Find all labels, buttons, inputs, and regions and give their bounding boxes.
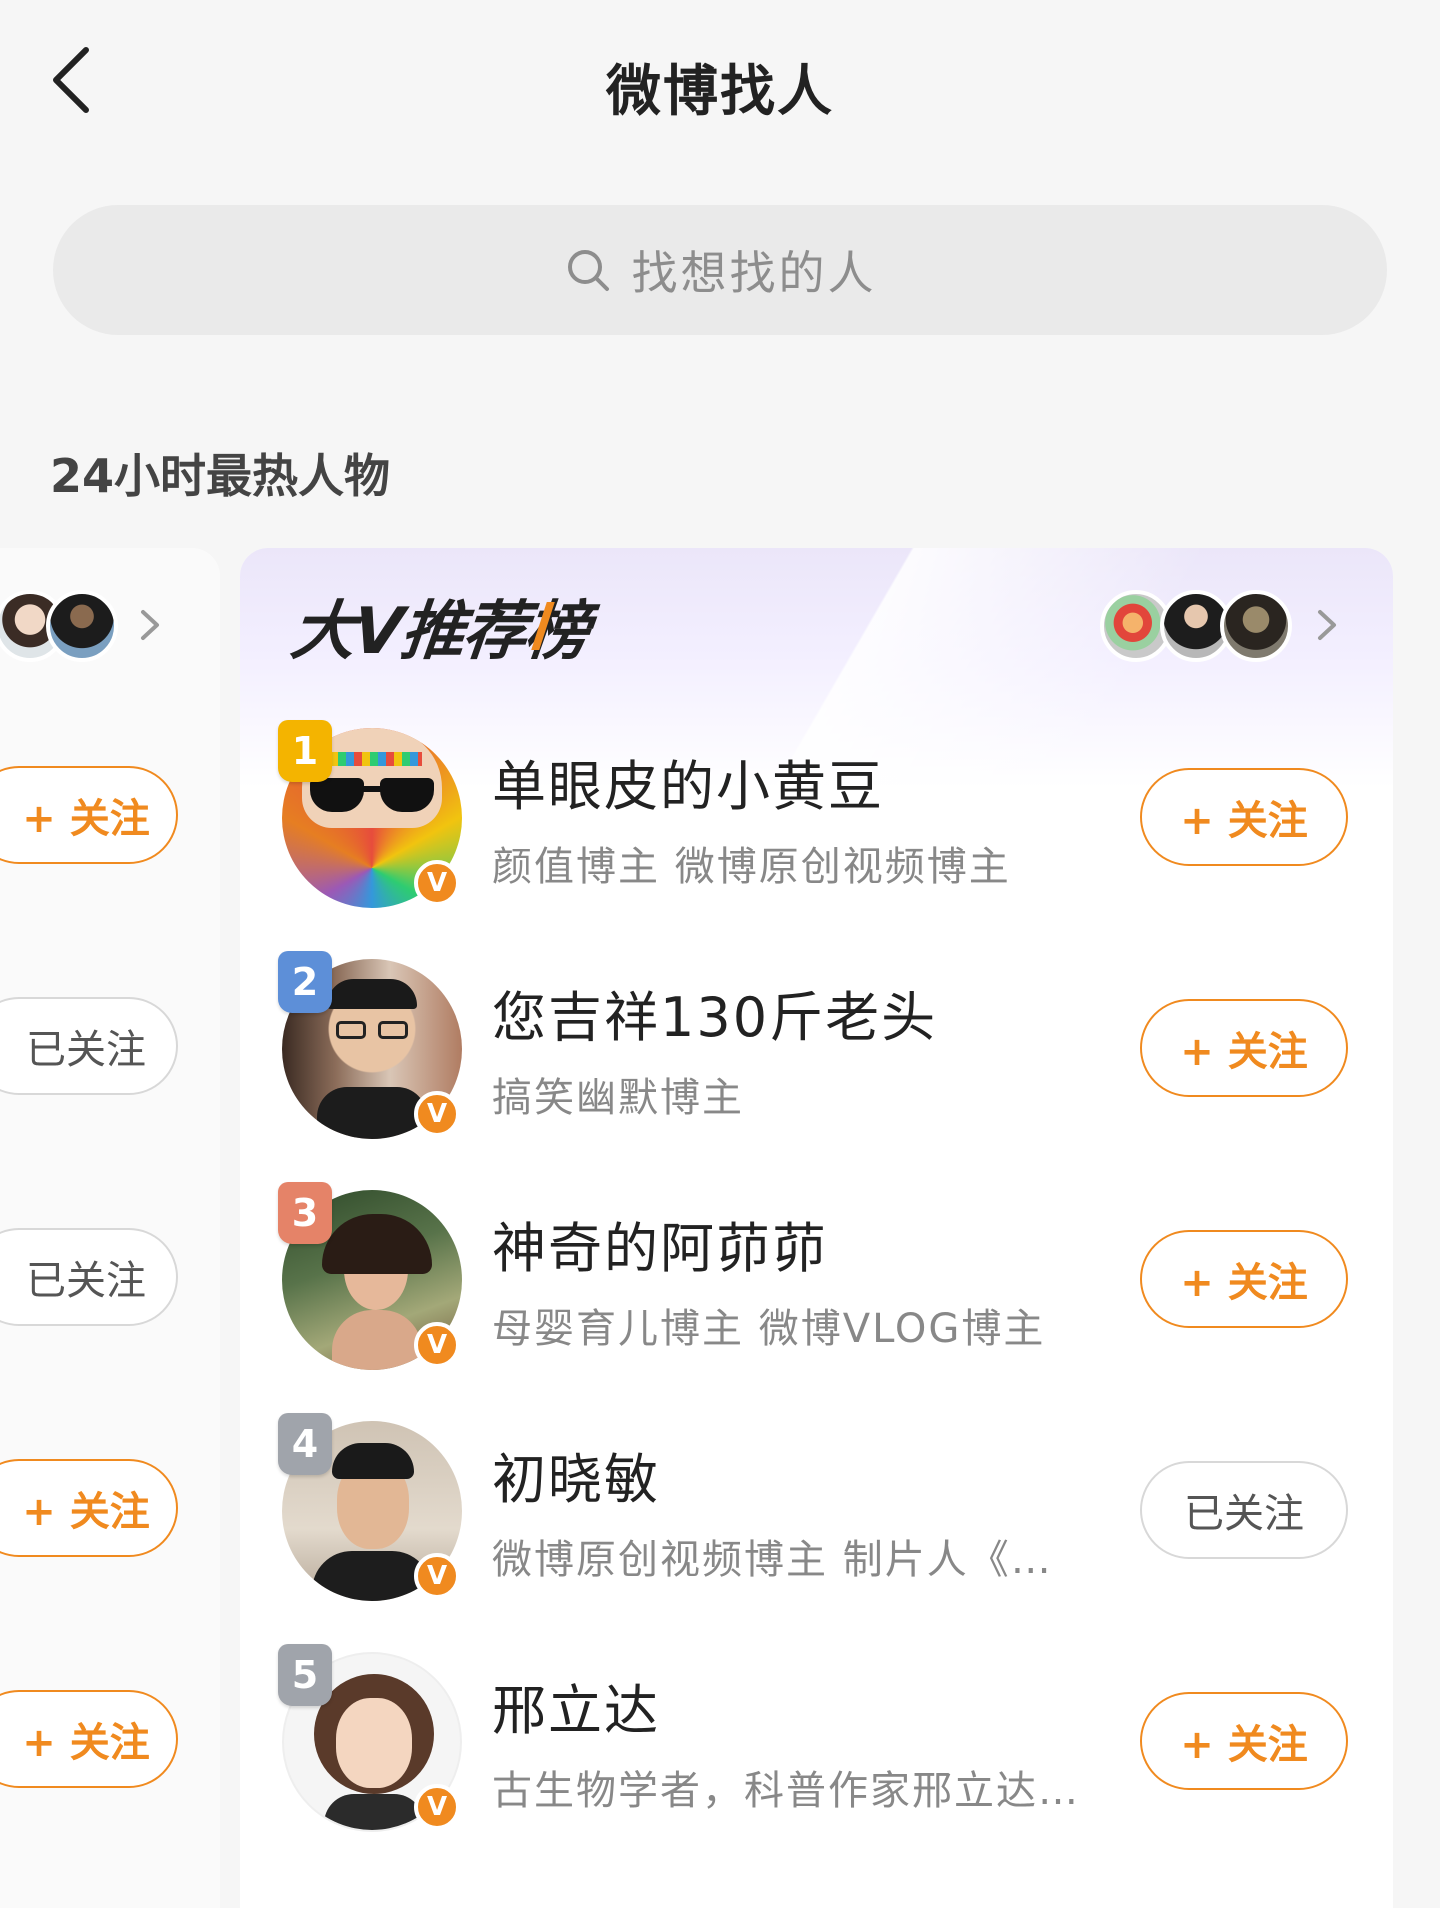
user-description: 搞笑幽默博主 (492, 1075, 744, 1121)
follow-button[interactable]: + 关注 (1140, 768, 1348, 866)
find-people-page: 微博找人 找想找的人 24小时最热人物 + 关注 已关注 已关注 + 关注 + … (0, 0, 1440, 1908)
rank-badge: 2 (278, 951, 332, 1013)
follow-button[interactable]: + 关注 (0, 1690, 178, 1788)
list-item[interactable]: 4 V 初晓敏 微博原创视频博主 制片人《车… 已关注 (240, 1413, 1393, 1621)
list-item[interactable]: 2 V 您吉祥130斤老头 搞笑幽默博主 + 关注 (240, 951, 1393, 1159)
followed-button[interactable]: 已关注 (1140, 1461, 1348, 1559)
rank-badge: 1 (278, 720, 332, 782)
avatar-container: 4 V (278, 1413, 462, 1601)
follow-button[interactable]: + 关注 (0, 1459, 178, 1557)
search-input[interactable]: 找想找的人 (53, 205, 1387, 335)
user-name[interactable]: 单眼皮的小黄豆 (492, 742, 884, 821)
follow-button[interactable]: + 关注 (1140, 1230, 1348, 1328)
search-icon (564, 246, 612, 294)
verified-icon: V (414, 1091, 460, 1137)
user-name[interactable]: 邢立达 (492, 1666, 660, 1745)
list-item[interactable]: 5 V 邢立达 古生物学者，科普作家邢立达 … + 关注 (240, 1644, 1393, 1852)
header: 微博找人 (0, 0, 1440, 165)
user-description: 颜值博主 微博原创视频博主 (492, 844, 1011, 890)
followed-button[interactable]: 已关注 (0, 1228, 178, 1326)
user-name[interactable]: 初晓敏 (492, 1435, 660, 1514)
page-title: 微博找人 (605, 59, 834, 123)
chevron-right-icon[interactable] (1312, 600, 1342, 650)
user-description: 母婴育儿博主 微博VLOG博主 (492, 1306, 1046, 1352)
chevron-right-icon[interactable] (135, 600, 165, 650)
rank-badge: 5 (278, 1644, 332, 1706)
user-name[interactable]: 您吉祥130斤老头 (492, 973, 937, 1052)
follow-button[interactable]: + 关注 (1140, 999, 1348, 1097)
ranking-preview-avatars (1100, 590, 1300, 662)
section-title: 24小时最热人物 (50, 449, 391, 503)
big-v-ranking-card: 大V推荐榜 1 V 单眼皮的小黄豆 颜值博主 微博原创视频博主 + 关注 2 V… (240, 548, 1393, 1908)
list-item[interactable]: 3 V 神奇的阿茆茆 母婴育儿博主 微博VLOG博主 + 关注 (240, 1182, 1393, 1390)
avatar (46, 590, 118, 662)
avatar-container: 2 V (278, 951, 462, 1139)
rank-badge: 4 (278, 1413, 332, 1475)
user-description: 微博原创视频博主 制片人《车… (492, 1537, 1092, 1583)
user-name[interactable]: 神奇的阿茆茆 (492, 1204, 828, 1283)
list-item[interactable]: 1 V 单眼皮的小黄豆 颜值博主 微博原创视频博主 + 关注 (240, 720, 1393, 928)
verified-icon: V (414, 860, 460, 906)
verified-icon: V (414, 1322, 460, 1368)
avatar-container: 5 V (278, 1644, 462, 1832)
avatar (1220, 590, 1292, 662)
verified-icon: V (414, 1553, 460, 1599)
follow-button[interactable]: + 关注 (1140, 1692, 1348, 1790)
follow-button[interactable]: + 关注 (0, 766, 178, 864)
search-placeholder: 找想找的人 (631, 246, 877, 300)
followed-button[interactable]: 已关注 (0, 997, 178, 1095)
avatar-container: 1 V (278, 720, 462, 908)
verified-icon: V (414, 1784, 460, 1830)
user-description: 古生物学者，科普作家邢立达 … (492, 1768, 1092, 1814)
avatar-container: 3 V (278, 1182, 462, 1370)
rank-badge: 3 (278, 1182, 332, 1244)
